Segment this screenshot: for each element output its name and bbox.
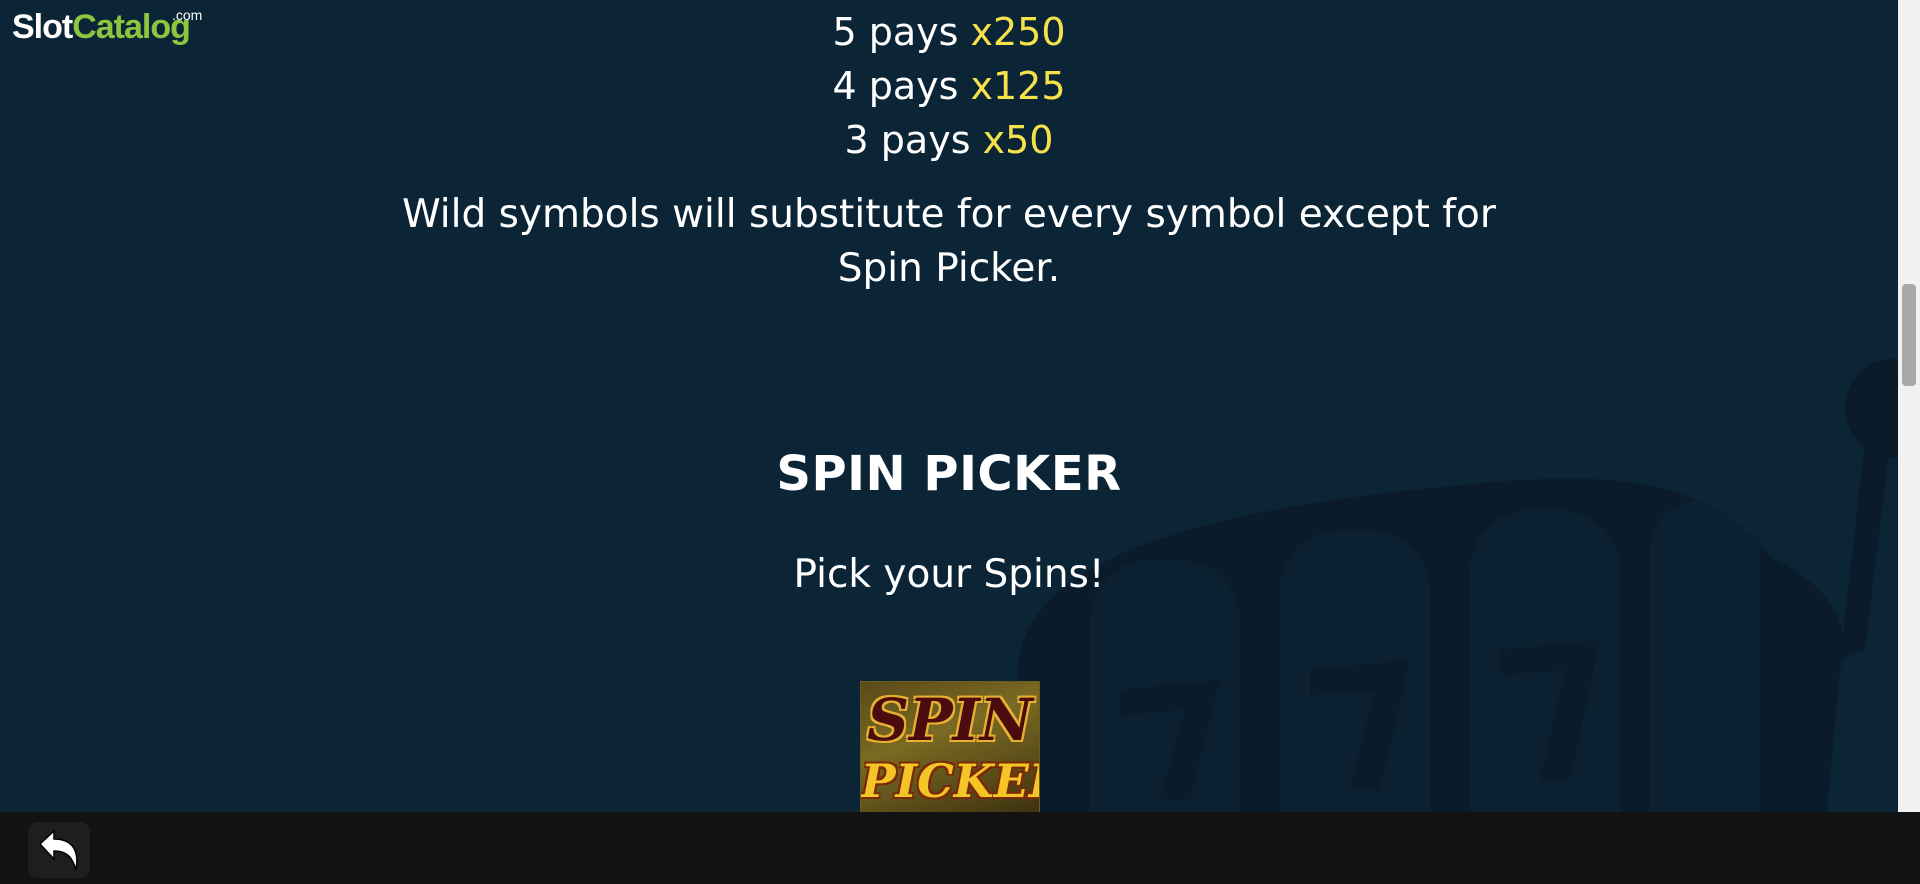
bottom-bar: [0, 812, 1920, 884]
paytable-row: 4 pays x125: [0, 59, 1898, 113]
spin-picker-symbol-image: SPIN PICKER: [860, 681, 1040, 814]
symbol-text-picker: PICKER: [861, 754, 1039, 808]
wild-description: Wild symbols will substitute for every s…: [402, 192, 1496, 291]
pay-multiplier: x125: [970, 64, 1066, 108]
back-button[interactable]: [28, 822, 90, 878]
paytable-row: 3 pays x50: [0, 113, 1898, 167]
scrollbar-thumb[interactable]: [1902, 284, 1916, 386]
pay-count: 4 pays: [832, 64, 959, 108]
pay-count: 5 pays: [832, 10, 959, 54]
spin-picker-subtitle: Pick your Spins!: [793, 552, 1105, 597]
symbol-text-spin: SPIN: [867, 686, 1033, 754]
pay-multiplier: x250: [970, 10, 1066, 54]
vertical-scrollbar[interactable]: [1898, 0, 1920, 812]
pay-count: 3 pays: [844, 118, 971, 162]
undo-arrow-icon: [38, 829, 78, 871]
slot-machine-background-graphic: [1000, 358, 1920, 884]
rules-page: SlotCatalog .com 5 pays x250 4 pays x125…: [0, 0, 1920, 884]
pay-multiplier: x50: [982, 118, 1054, 162]
paytable-row: 5 pays x250: [0, 5, 1898, 59]
spin-picker-title: SPIN PICKER: [776, 446, 1122, 502]
